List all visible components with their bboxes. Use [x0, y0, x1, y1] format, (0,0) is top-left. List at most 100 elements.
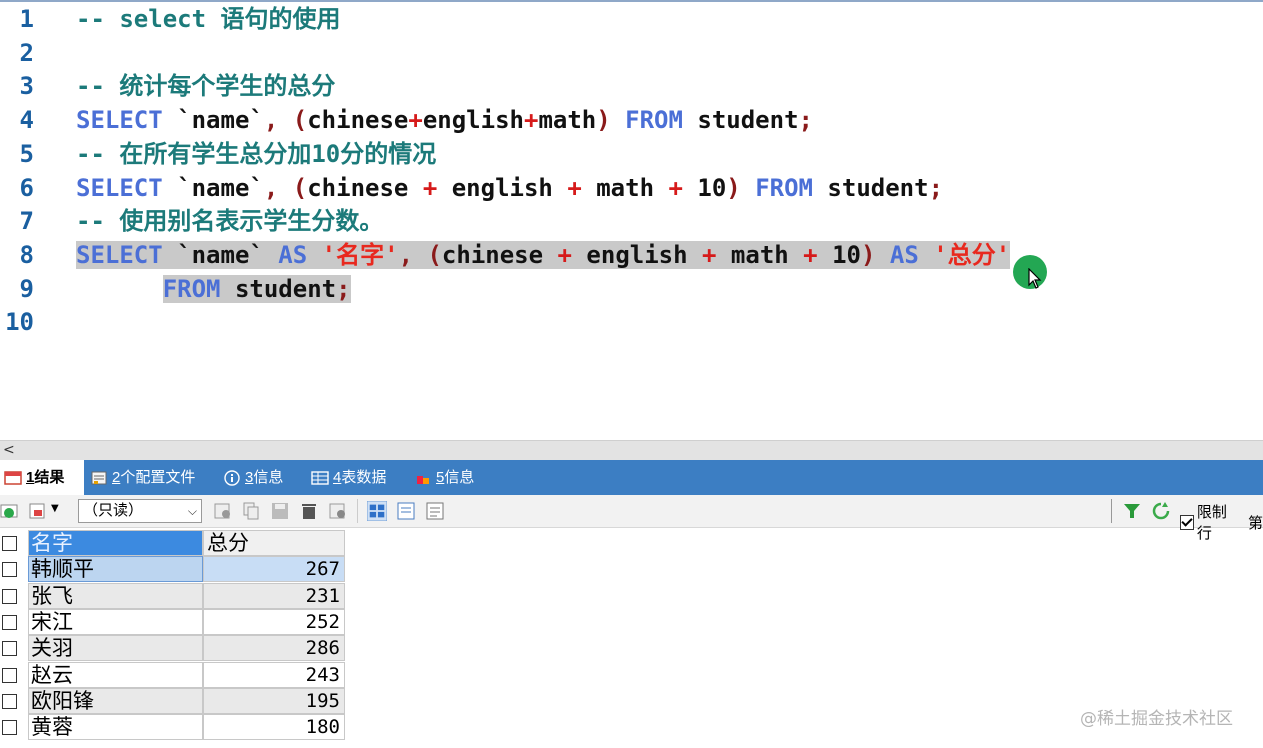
table-row[interactable]: 黄蓉 180	[0, 714, 345, 741]
cell-name[interactable]: 关羽	[28, 635, 203, 662]
row-checkbox[interactable]	[2, 720, 17, 736]
table-row[interactable]: 宋江 252	[0, 608, 345, 635]
form-view-icon[interactable]	[396, 501, 416, 521]
refresh-grid-icon[interactable]	[0, 501, 20, 521]
column-header-name[interactable]: 名字	[28, 530, 203, 556]
cell-total[interactable]: 252	[203, 608, 345, 635]
editor-line[interactable]: 6 SELECT `name`, (chinese + english + mat…	[0, 171, 1263, 205]
row-checkbox[interactable]	[2, 588, 17, 604]
code-token: 10	[817, 240, 861, 269]
tab-info-5[interactable]: 5 信息	[414, 460, 474, 495]
tab-table-data-label: 表数据	[341, 469, 387, 486]
tab-results-label: 结果	[34, 469, 65, 486]
editor-line[interactable]: 10	[0, 305, 1263, 339]
editor-line[interactable]: 8 SELECT `name` AS '名字', (chinese + engli…	[0, 238, 1263, 272]
code-token: +	[523, 106, 539, 135]
code-token	[307, 240, 322, 269]
tab-results[interactable]: 1 结果	[0, 460, 84, 495]
editor-line[interactable]: 1 -- select 语句的使用	[0, 2, 1263, 36]
limit-rows-checkbox[interactable]	[1180, 514, 1194, 530]
cell-total[interactable]: 231	[203, 582, 345, 609]
row-checkbox[interactable]	[2, 641, 17, 657]
cell-total[interactable]: 195	[203, 687, 345, 714]
code-token: `name`	[162, 173, 264, 202]
editor-line[interactable]: 7 -- 使用别名表示学生分数。	[0, 204, 1263, 238]
select-all-checkbox[interactable]	[2, 536, 17, 551]
delete-icon[interactable]	[299, 501, 319, 521]
tab-profiles[interactable]: 2 个配置文件	[90, 460, 195, 495]
code-token: +	[668, 173, 683, 202]
tab-table-data[interactable]: 4 表数据	[311, 460, 386, 495]
code-token: )	[726, 173, 741, 202]
save-icon[interactable]	[270, 501, 290, 521]
tab-info[interactable]: 3 信息	[223, 460, 283, 495]
cell-name[interactable]: 张飞	[28, 582, 203, 609]
code-token: -- 统计每个学生的总分	[76, 72, 336, 101]
table-row[interactable]: 关羽 286	[0, 635, 345, 662]
editor-line[interactable]: 2	[0, 36, 1263, 70]
export-dropdown-chevron-icon[interactable]: ▼	[51, 503, 59, 514]
code-token: +	[422, 173, 438, 202]
code-text: -- 在所有学生总分加10分的情况	[76, 137, 436, 171]
code-token: SELECT	[76, 240, 163, 269]
table-row[interactable]: 韩顺平 267	[0, 556, 345, 583]
editor-horizontal-scrollbar[interactable]: <	[0, 440, 1263, 460]
code-text: FROM student;	[76, 272, 351, 306]
refresh-icon[interactable]	[1151, 501, 1171, 521]
table-row[interactable]: 欧阳锋 195	[0, 687, 345, 714]
cell-total[interactable]: 286	[203, 635, 345, 662]
cell-total[interactable]: 180	[203, 714, 345, 741]
grid-header-row: 名字 总分	[0, 530, 345, 556]
code-token: FROM	[755, 173, 813, 202]
code-token: math	[581, 173, 669, 202]
info-icon	[224, 469, 240, 486]
cell-name[interactable]: 宋江	[28, 608, 203, 635]
code-text: -- select 语句的使用	[76, 2, 341, 36]
code-token: math	[716, 240, 804, 269]
cell-total[interactable]: 243	[203, 661, 345, 688]
toolbar-divider-right	[1111, 499, 1112, 523]
row-checkbox[interactable]	[2, 667, 17, 683]
cell-name[interactable]: 欧阳锋	[28, 687, 203, 714]
row-checkbox[interactable]	[2, 614, 17, 630]
code-token: FROM	[625, 106, 683, 135]
editor-line[interactable]: 4 SELECT `name`, (chinese+english+math) F…	[0, 103, 1263, 137]
line-number: 8	[19, 240, 34, 269]
readonly-mode-select[interactable]: （只读） ⌵	[78, 499, 202, 523]
filter-icon[interactable]	[1122, 501, 1142, 521]
table-row[interactable]: 赵云 243	[0, 661, 345, 688]
cell-total[interactable]: 267	[203, 556, 345, 583]
editor-line[interactable]: 5 -- 在所有学生总分加10分的情况	[0, 137, 1263, 171]
copy-row-icon[interactable]	[241, 501, 261, 521]
text-view-icon[interactable]	[425, 501, 445, 521]
column-header-total[interactable]: 总分	[203, 530, 345, 556]
code-token: )	[860, 240, 876, 269]
sql-editor[interactable]: 1 -- select 语句的使用 2 3 -- 统计每个学生的总分 4 SELECT `n…	[0, 0, 1263, 440]
row-checkbox[interactable]	[2, 562, 17, 578]
scroll-left-icon[interactable]: <	[3, 441, 15, 460]
readonly-mode-value: （只读）	[83, 502, 144, 519]
insert-row-icon[interactable]	[213, 501, 233, 521]
editor-line[interactable]: 3 -- 统计每个学生的总分	[0, 69, 1263, 103]
code-token: (	[292, 173, 308, 202]
cell-name[interactable]: 韩顺平	[28, 556, 203, 583]
limit-rows-toggle[interactable]: 限制行 第	[1180, 501, 1263, 543]
table-row[interactable]: 张飞 231	[0, 582, 345, 609]
table-data-icon	[311, 470, 329, 485]
result-toolbar: ▼ （只读） ⌵ 限制行 第	[0, 495, 1263, 542]
line-number: 6	[19, 173, 34, 202]
result-tabs: 1 结果 2 个配置文件 3 信息 4 表数据 5 信息	[0, 460, 1263, 495]
code-token: chinese	[307, 173, 423, 202]
editor-line[interactable]: 9 FROM student;	[0, 272, 1263, 306]
code-token: SELECT	[76, 173, 163, 202]
grid-view-icon[interactable]	[367, 501, 387, 521]
export-icon[interactable]	[28, 501, 48, 521]
cell-name[interactable]: 赵云	[28, 661, 203, 688]
row-checkbox[interactable]	[2, 693, 17, 709]
tab-results-num: 1	[26, 469, 35, 486]
cancel-changes-icon[interactable]	[328, 501, 348, 521]
tab-profiles-label: 个配置文件	[120, 469, 196, 486]
cell-name[interactable]: 黄蓉	[28, 714, 203, 741]
